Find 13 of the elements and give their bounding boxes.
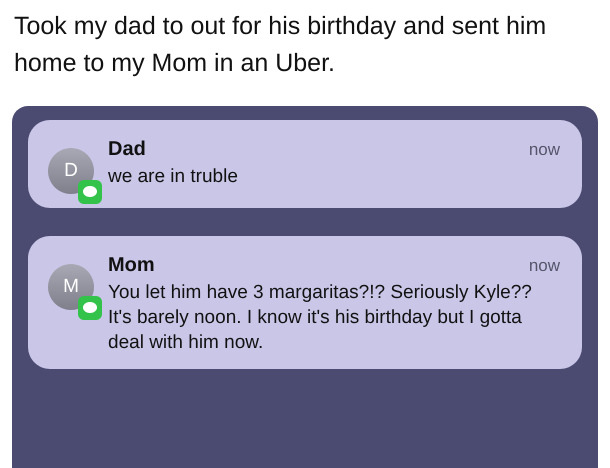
timestamp: now [528, 255, 560, 277]
message-text: You let him have 3 margaritas?!? Seriously Kyle?? It's barely noon. I know it's his birthday but I gotta deal with him now. [108, 281, 533, 355]
message-text: we are in truble [108, 165, 239, 189]
avatar: D [48, 148, 94, 194]
message-badge-icon [78, 180, 102, 204]
message-badge-icon [78, 296, 102, 320]
notification-card[interactable]: D Dad now we are in truble [28, 120, 582, 208]
sender-name: Mom [108, 253, 155, 278]
timestamp: now [528, 139, 560, 161]
notification-card[interactable]: M Mom now You let him have 3 margaritas?!? Seriously Kyle?? It's barely noon. I know it's his birthday but I gotta deal with him now. [28, 236, 582, 369]
sender-name: Dad [108, 137, 146, 162]
avatar: M [48, 264, 94, 310]
post-text: Took my dad to out for his birthday and sent him home to my Mom in an Uber. [13, 11, 548, 79]
